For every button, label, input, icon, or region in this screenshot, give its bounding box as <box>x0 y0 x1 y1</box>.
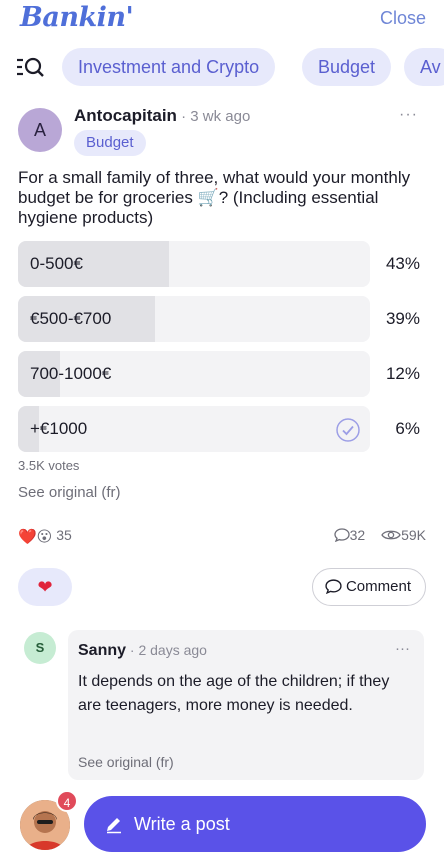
separator-dot: · <box>126 642 139 658</box>
tab-budget[interactable]: Budget <box>302 48 392 86</box>
comment-count: 32 <box>349 527 366 543</box>
poll-option-label: 700-1000€ <box>30 364 112 383</box>
post-time: 3 wk ago <box>190 108 251 125</box>
bottom-bar: 4 Write a post <box>0 788 444 858</box>
brand-logo: Bankin' <box>20 2 134 33</box>
more-options-icon[interactable]: ··· <box>399 106 418 124</box>
poll-option[interactable]: +€1000 6% <box>18 406 426 452</box>
reaction-emojis: ❤️😮 <box>18 528 53 546</box>
poll-option[interactable]: 700-1000€ 12% <box>18 351 426 397</box>
speech-bubble-icon <box>333 528 350 543</box>
post-stats: 32 59K <box>322 527 426 543</box>
poll-option-percent: 39% <box>385 309 420 328</box>
category-tabs: Investment and Crypto Budget Av <box>0 48 444 88</box>
poll-option-percent: 12% <box>385 364 420 383</box>
see-original-link[interactable]: See original (fr) <box>78 754 174 770</box>
reaction-count: 35 <box>56 527 72 543</box>
notification-badge: 4 <box>56 790 78 812</box>
top-bar: Bankin' Close <box>0 0 444 40</box>
poll-option-bar: 0-500€ <box>18 241 370 287</box>
comment-button[interactable]: Comment <box>311 568 426 606</box>
poll-option-label: 0-500€ <box>30 254 83 273</box>
comment-author-line: Sanny · 2 days ago <box>78 642 207 660</box>
tab-av[interactable]: Av <box>404 48 444 86</box>
see-original-link[interactable]: See original (fr) <box>18 484 121 501</box>
comment-time: 2 days ago <box>138 642 207 658</box>
pencil-icon <box>107 818 121 834</box>
post-tag[interactable]: Budget <box>74 130 146 156</box>
comment-text: It depends on the age of the children; i… <box>78 673 390 714</box>
selected-check-icon <box>336 418 360 442</box>
comments-stat[interactable]: 32 <box>333 527 366 543</box>
tab-investment-crypto[interactable]: Investment and Crypto <box>62 48 276 86</box>
poll-option-label: €500-€700 <box>30 309 112 328</box>
post-author-line: Antocapitain · 3 wk ago <box>74 106 250 126</box>
vote-count: 3.5K votes <box>18 458 80 473</box>
commenter-avatar[interactable]: S <box>24 632 56 664</box>
reactions-summary[interactable]: ❤️😮 35 <box>18 527 72 549</box>
separator-dot: · <box>176 108 191 125</box>
poll-option-bar: €500-€700 <box>18 296 370 342</box>
more-options-icon[interactable]: ··· <box>395 640 410 657</box>
heart-icon: ❤ <box>37 577 53 597</box>
eye-icon <box>381 530 401 540</box>
poll-question: For a small family of three, what would … <box>18 168 411 227</box>
poll-option[interactable]: €500-€700 39% <box>18 296 426 342</box>
write-post-label: Write a post <box>134 814 230 834</box>
poll-option-label: +€1000 <box>30 419 88 438</box>
filter-search-icon[interactable] <box>16 55 46 81</box>
view-count: 59K <box>401 527 426 543</box>
commenter-name[interactable]: Sanny <box>78 642 126 659</box>
speech-bubble-icon <box>325 579 342 595</box>
poll-option-bar: +€1000 <box>18 406 370 452</box>
close-button[interactable]: Close <box>380 8 426 29</box>
comment-item: S Sanny · 2 days ago ··· It depends on t… <box>24 630 424 780</box>
comment-bubble: Sanny · 2 days ago ··· It depends on the… <box>68 630 424 780</box>
views-stat: 59K <box>381 527 426 543</box>
author-name[interactable]: Antocapitain <box>74 106 177 125</box>
write-post-button[interactable]: Write a post <box>84 796 426 852</box>
like-button[interactable]: ❤ <box>18 568 72 606</box>
comment-button-label: Comment <box>345 578 411 595</box>
poll-option[interactable]: 0-500€ 43% <box>18 241 426 287</box>
poll-option-bar: 700-1000€ <box>18 351 370 397</box>
poll-option-percent: 6% <box>395 419 420 438</box>
poll-option-percent: 43% <box>385 254 420 273</box>
post-header: A Antocapitain · 3 wk ago ··· Budget <box>18 106 428 156</box>
author-avatar[interactable]: A <box>18 108 62 152</box>
